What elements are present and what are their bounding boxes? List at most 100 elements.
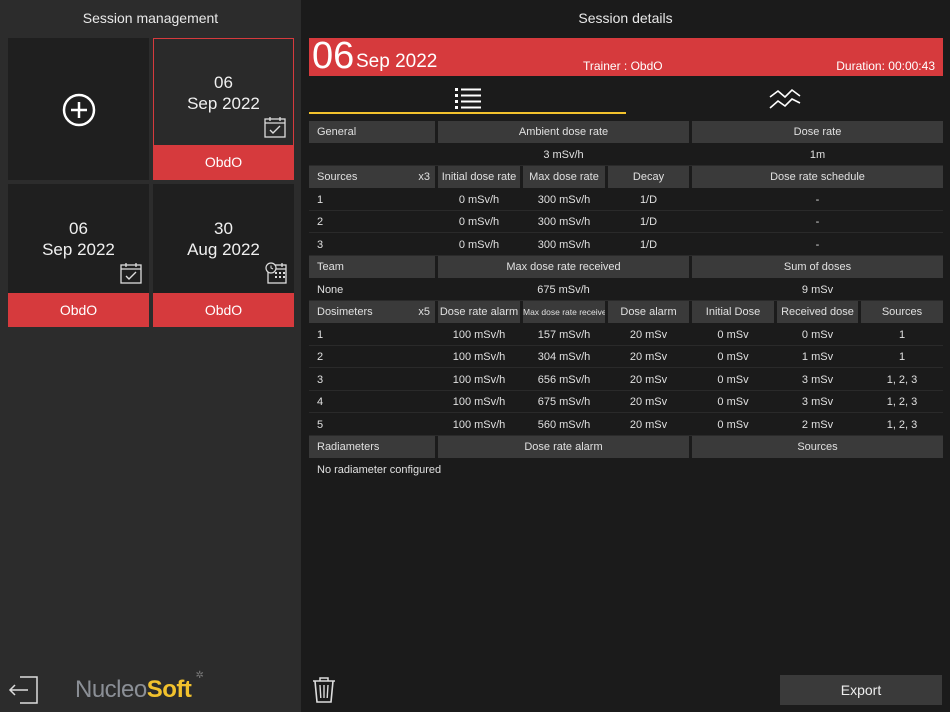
logo-part-1: Nucleo <box>75 676 147 703</box>
team-max-dose-rate: 675 mSv/h <box>537 283 590 296</box>
decay-header: Decay <box>608 166 689 188</box>
max-dose-rate-header: Max dose rate <box>523 166 605 188</box>
plus-circle-icon <box>62 93 96 127</box>
dosimeter-received-dose: 3 mSv <box>801 373 834 386</box>
team-header: Team <box>309 256 435 278</box>
tab-list-view[interactable] <box>309 82 626 114</box>
dosimeter-dose-alarm: 20 mSv <box>629 418 668 431</box>
initial-dose-header: Initial Dose <box>692 301 774 323</box>
general-value <box>309 144 435 166</box>
source-row: 2 0 mSv/h 300 mSv/h 1/D - <box>309 211 943 233</box>
banner-trainer: Trainer : ObdO <box>583 59 663 73</box>
session-management-pane: Session management 06 Sep 2022 ObdO 06 S… <box>0 0 301 712</box>
dosimeter-sources: 1, 2, 3 <box>886 396 918 408</box>
dosimeters-header: Dosimeters x5 <box>309 301 435 323</box>
nucleosoft-logo: NucleoSoft ✲ <box>75 670 204 704</box>
dosimeter-row: 4 100 mSv/h 675 mSv/h 20 mSv 0 mSv 3 mSv… <box>309 391 943 413</box>
dosimeter-sources: 1, 2, 3 <box>886 373 918 386</box>
session-month: Sep 2022 <box>42 240 115 259</box>
dosimeter-initial-dose: 0 mSv <box>717 396 749 408</box>
radiameter-dose-rate-alarm-header: Dose rate alarm <box>438 436 689 458</box>
source-id: 3 <box>317 238 324 251</box>
dosimeter-max-dose-rate: 560 mSv/h <box>537 418 591 431</box>
dosimeter-received-dose: 1 mSv <box>801 351 834 363</box>
dosimeter-dose-alarm: 20 mSv <box>629 396 668 408</box>
source-row: 3 0 mSv/h 300 mSv/h 1/D - <box>309 234 943 256</box>
dosimeter-dose-rate-alarm: 100 mSv/h <box>452 328 506 341</box>
dose-rate-header: Dose rate <box>692 121 943 143</box>
sources-count: x3 <box>418 171 430 183</box>
trash-icon[interactable] <box>311 676 337 704</box>
calendar-check-icon <box>264 117 286 138</box>
team-values-row: None 675 mSv/h 9 mSv <box>309 279 943 301</box>
source-initial-dose-rate: 0 mSv/h <box>458 238 500 251</box>
dosimeter-sources-header: Sources <box>861 301 943 323</box>
dosimeter-max-dose-rate: 304 mSv/h <box>537 351 591 363</box>
calendar-check-icon <box>120 263 142 284</box>
export-button[interactable]: Export <box>780 675 942 705</box>
line-chart-icon <box>769 88 801 109</box>
team-value: None <box>317 283 344 296</box>
dosimeter-row: 5 100 mSv/h 560 mSv/h 20 mSv 0 mSv 2 mSv… <box>309 414 943 436</box>
dosimeter-received-dose: 3 mSv <box>801 396 834 408</box>
add-session-button[interactable] <box>8 38 149 180</box>
sources-header-row: Sources x3 Initial dose rate Max dose ra… <box>309 166 943 188</box>
dosimeter-sources: 1 <box>898 328 906 341</box>
source-max-dose-rate: 300 mSv/h <box>537 193 591 206</box>
source-initial-dose-rate: 0 mSv/h <box>458 216 500 228</box>
dosimeter-dose-alarm: 20 mSv <box>629 373 668 386</box>
banner-day: 06 <box>312 35 355 77</box>
ambient-dose-rate-header: Ambient dose rate <box>438 121 689 143</box>
session-month: Aug 2022 <box>187 240 260 259</box>
dosimeter-dose-alarm: 20 mSv <box>629 328 668 341</box>
banner-duration: Duration: 00:00:43 <box>836 59 935 73</box>
dose-rate-alarm-header: Dose rate alarm <box>438 301 520 323</box>
source-decay: 1/D <box>639 193 658 206</box>
source-decay: 1/D <box>639 216 658 228</box>
session-detail-table: General Ambient dose rate Dose rate 3 mS… <box>309 121 943 481</box>
dosimeters-header-label: Dosimeters <box>317 306 373 318</box>
max-dose-rate-received-header: Max dose rate received <box>438 256 689 278</box>
dosimeter-dose-rate-alarm: 100 mSv/h <box>452 418 506 431</box>
dosimeter-row: 3 100 mSv/h 656 mSv/h 20 mSv 0 mSv 3 mSv… <box>309 369 943 391</box>
session-tile-3[interactable]: 30 Aug 2022 ObdO <box>153 184 294 327</box>
dosimeter-max-dose-rate: 675 mSv/h <box>537 396 591 408</box>
calendar-clock-icon <box>265 262 287 284</box>
dosimeter-initial-dose: 0 mSv <box>717 351 749 363</box>
team-header-row: Team Max dose rate received Sum of doses <box>309 256 943 278</box>
session-banner: 06 Sep 2022 Trainer : ObdO Duration: 00:… <box>309 35 943 77</box>
radiameters-header-row: Radiameters Dose rate alarm Sources <box>309 436 943 458</box>
dosimeter-max-dose-rate: 157 mSv/h <box>537 328 591 341</box>
logout-icon[interactable] <box>8 674 40 706</box>
session-day: 06 <box>69 219 88 238</box>
session-month: Sep 2022 <box>187 94 260 113</box>
ambient-dose-rate-value: 3 mSv/h <box>543 148 584 161</box>
session-day: 30 <box>214 219 233 238</box>
session-tile-1[interactable]: 06 Sep 2022 ObdO <box>153 38 294 180</box>
list-icon <box>455 88 481 109</box>
dosimeter-dose-rate-alarm: 100 mSv/h <box>452 396 506 408</box>
dosimeter-sources: 1, 2, 3 <box>886 418 918 431</box>
session-trainer-label: ObdO <box>154 145 293 179</box>
logo-atom-icon: ✲ <box>195 670 204 681</box>
dosimeter-row: 1 100 mSv/h 157 mSv/h 20 mSv 0 mSv 0 mSv… <box>309 324 943 346</box>
source-max-dose-rate: 300 mSv/h <box>537 216 591 228</box>
tab-graph-view[interactable] <box>626 82 943 114</box>
session-trainer-label: ObdO <box>153 293 294 327</box>
dosimeter-id: 5 <box>317 418 324 431</box>
radiameters-header: Radiameters <box>309 436 435 458</box>
logo-part-2: Soft <box>146 676 192 703</box>
sources-header-label: Sources <box>317 171 358 183</box>
general-values-row: 3 mSv/h 1m <box>309 144 943 166</box>
sum-of-doses-header: Sum of doses <box>692 256 943 278</box>
session-day: 06 <box>214 73 233 92</box>
dosimeter-initial-dose: 0 mSv <box>717 328 749 341</box>
sources-header: Sources x3 <box>309 166 435 188</box>
dosimeter-id: 3 <box>317 373 324 386</box>
session-trainer-label: ObdO <box>8 293 149 327</box>
source-row: 1 0 mSv/h 300 mSv/h 1/D - <box>309 189 943 211</box>
session-tile-2[interactable]: 06 Sep 2022 ObdO <box>8 184 149 327</box>
general-header-row: General Ambient dose rate Dose rate <box>309 121 943 143</box>
source-initial-dose-rate: 0 mSv/h <box>458 193 500 206</box>
source-schedule: - <box>815 193 820 206</box>
